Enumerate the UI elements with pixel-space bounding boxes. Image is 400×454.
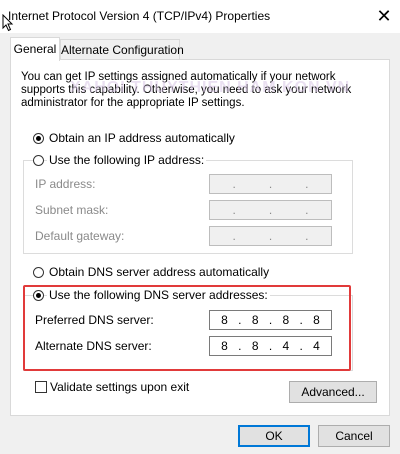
validate-settings-checkbox[interactable] (35, 381, 47, 393)
subnet-mask-label: Subnet mask: (35, 203, 109, 217)
tab-general[interactable]: General (10, 37, 60, 61)
advanced-button[interactable]: Advanced... (289, 381, 377, 403)
default-gateway-label: Default gateway: (35, 229, 125, 243)
mouse-cursor-icon (2, 13, 14, 35)
validate-settings-label[interactable]: Validate settings upon exit (50, 380, 189, 394)
obtain-dns-auto-label[interactable]: Obtain DNS server address automatically (49, 265, 269, 279)
obtain-ip-auto-radio[interactable] (33, 133, 44, 144)
cancel-button[interactable]: Cancel (318, 425, 390, 447)
window-title: Internet Protocol Version 4 (TCP/IPv4) P… (8, 9, 271, 23)
dns-highlight-box (23, 285, 351, 371)
obtain-dns-auto-radio[interactable] (33, 267, 44, 278)
ip-address-label: IP address: (35, 177, 96, 191)
watermark: XAHOI THUYTHIEN HAM KON.VN (70, 79, 351, 96)
tab-alternate-configuration[interactable]: Alternate Configuration (60, 39, 184, 60)
ok-button[interactable]: OK (238, 425, 310, 447)
default-gateway-field[interactable]: ... (209, 226, 332, 246)
use-following-ip-radio[interactable] (33, 155, 44, 166)
obtain-ip-auto-label[interactable]: Obtain an IP address automatically (49, 131, 235, 145)
close-icon[interactable]: ✕ (373, 5, 395, 27)
ip-address-field[interactable]: ... (209, 174, 332, 194)
subnet-mask-field[interactable]: ... (209, 200, 332, 220)
use-following-ip-label[interactable]: Use the following IP address: (47, 153, 207, 167)
